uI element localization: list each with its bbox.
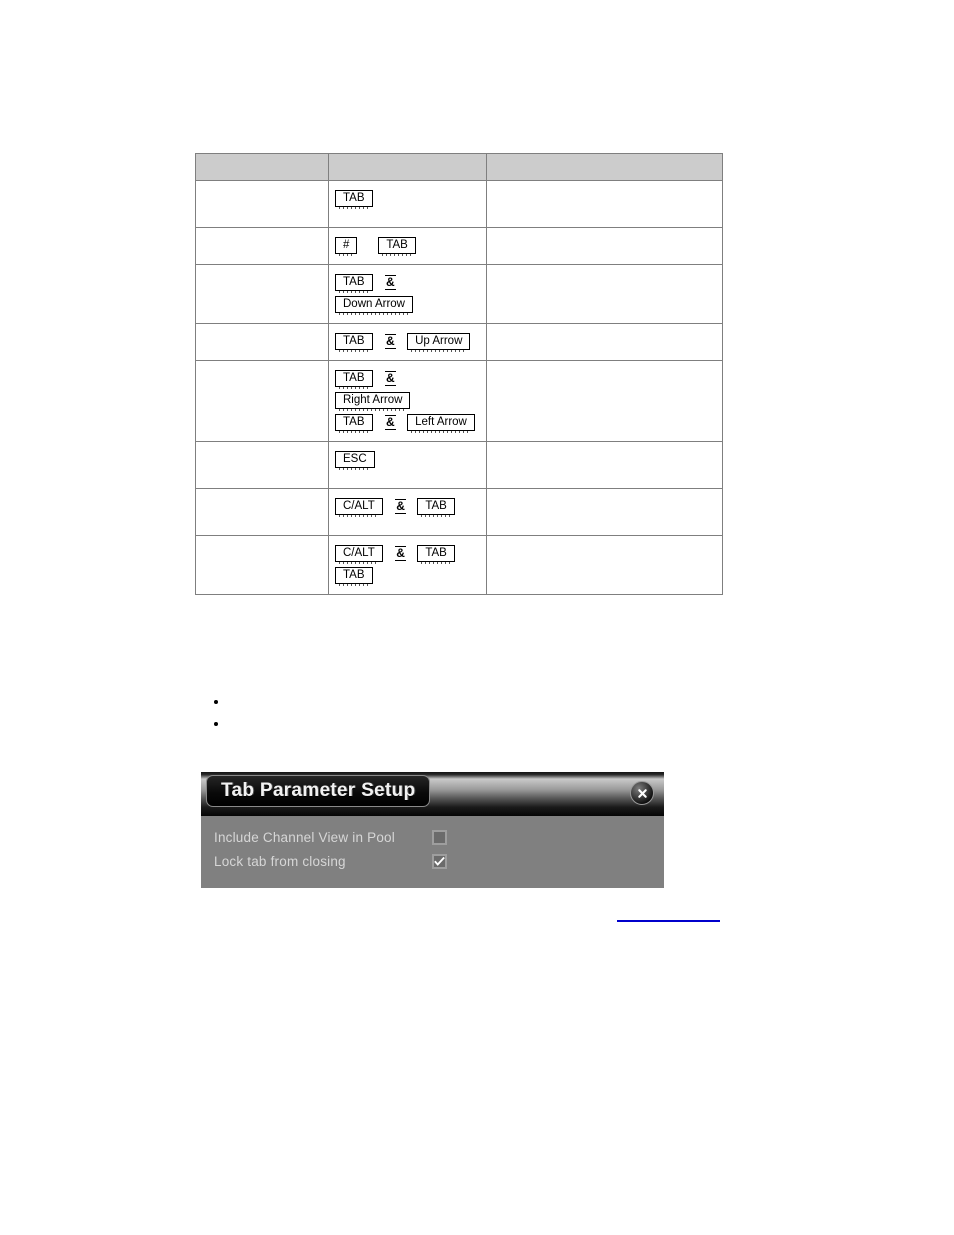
row-notes	[487, 361, 722, 371]
row-description	[196, 536, 328, 582]
keycap: TAB	[335, 274, 373, 294]
keycap: #	[335, 237, 358, 257]
key-line: # TAB	[335, 235, 482, 257]
dialog-title-pill: Tab Parameter Setup	[206, 775, 431, 807]
row-notes	[487, 265, 722, 275]
table-row: TAB & Right Arrow TAB & Left Arrow	[195, 360, 723, 442]
row-description	[196, 442, 328, 488]
row-key-combo: C/ALT & TAB	[329, 489, 486, 525]
keycap: TAB	[335, 333, 373, 353]
key-line: Down Arrow	[335, 294, 482, 316]
key-line: TAB	[335, 565, 482, 587]
keycap: TAB	[417, 545, 455, 565]
ampersand-separator: &	[395, 499, 406, 515]
row-key-combo: C/ALT & TAB TAB	[329, 536, 486, 594]
row-key-combo: TAB & Right Arrow TAB & Left Arrow	[329, 361, 486, 441]
dialog-body: Include Channel View in Pool Lock tab fr…	[201, 816, 664, 888]
dialog-titlebar: Tab Parameter Setup	[201, 772, 664, 816]
keyboard-shortcut-table: TAB # TAB TAB & Down Arrow TAB & Up Arro…	[195, 153, 723, 595]
row-key-combo: TAB	[329, 181, 486, 217]
row-key-combo: ESC	[329, 442, 486, 478]
keycap: C/ALT	[335, 498, 383, 518]
row-description	[196, 489, 328, 535]
key-line: C/ALT & TAB	[335, 543, 482, 565]
ampersand-separator: &	[384, 275, 396, 291]
keycap: C/ALT	[335, 545, 383, 565]
lock-tab-checkbox[interactable]	[432, 853, 447, 869]
keycap: TAB	[378, 237, 416, 257]
keycap: TAB	[335, 370, 373, 390]
keycap: TAB	[335, 190, 373, 210]
row-notes	[487, 324, 722, 334]
ampersand-separator: &	[384, 371, 396, 387]
tab-parameter-setup-dialog: Tab Parameter Setup Include Channel View…	[201, 772, 664, 888]
table-row: TAB & Up Arrow	[195, 323, 723, 361]
key-line: TAB	[335, 188, 482, 210]
keycap: TAB	[417, 498, 455, 518]
option-row-include-channel-view: Include Channel View in Pool	[214, 826, 664, 848]
include-channel-view-checkbox[interactable]	[432, 829, 447, 845]
close-icon[interactable]	[630, 781, 654, 805]
keycap: Right Arrow	[335, 392, 411, 412]
table-header-cell-keys	[329, 154, 486, 180]
key-line: TAB & Left Arrow	[335, 412, 482, 434]
option-row-lock-tab: Lock tab from closing	[214, 850, 664, 872]
table-row: C/ALT & TAB	[195, 488, 723, 536]
keycap: TAB	[335, 414, 373, 434]
table-row: ESC	[195, 441, 723, 489]
keycap: Left Arrow	[407, 414, 475, 434]
keycap: Down Arrow	[335, 296, 413, 316]
key-line: TAB & Up Arrow	[335, 331, 482, 353]
key-line: Right Arrow	[335, 390, 482, 412]
row-description	[196, 181, 328, 227]
row-description	[196, 324, 328, 348]
key-line: ESC	[335, 449, 482, 471]
keycap: Up Arrow	[407, 333, 471, 353]
ampersand-separator: &	[384, 334, 396, 350]
row-description	[196, 228, 328, 252]
row-key-combo: # TAB	[329, 228, 486, 264]
row-description	[196, 361, 328, 429]
table-row: TAB & Down Arrow	[195, 264, 723, 324]
option-label: Lock tab from closing	[214, 853, 346, 869]
row-key-combo: TAB & Down Arrow	[329, 265, 486, 323]
row-notes	[487, 489, 722, 499]
row-notes	[487, 536, 722, 546]
option-label: Include Channel View in Pool	[214, 829, 395, 845]
dialog-title: Tab Parameter Setup	[221, 780, 416, 801]
table-row: # TAB	[195, 227, 723, 265]
row-key-combo: TAB & Up Arrow	[329, 324, 486, 360]
key-line: C/ALT & TAB	[335, 496, 482, 518]
row-notes	[487, 442, 722, 452]
table-header-cell-action	[196, 154, 328, 180]
keycap: ESC	[335, 451, 375, 471]
table-header-row	[195, 153, 723, 181]
table-row: TAB	[195, 180, 723, 228]
row-notes	[487, 181, 722, 191]
keycap: TAB	[335, 567, 373, 587]
row-notes	[487, 228, 722, 238]
key-line: TAB &	[335, 368, 482, 390]
table-row: C/ALT & TAB TAB	[195, 535, 723, 595]
row-description	[196, 265, 328, 311]
key-line: TAB &	[335, 272, 482, 294]
table-header-cell-notes	[487, 154, 722, 180]
ampersand-separator: &	[384, 415, 396, 431]
footer-link-rule[interactable]	[617, 920, 720, 922]
ampersand-separator: &	[395, 546, 406, 562]
bullet-list	[210, 690, 228, 734]
